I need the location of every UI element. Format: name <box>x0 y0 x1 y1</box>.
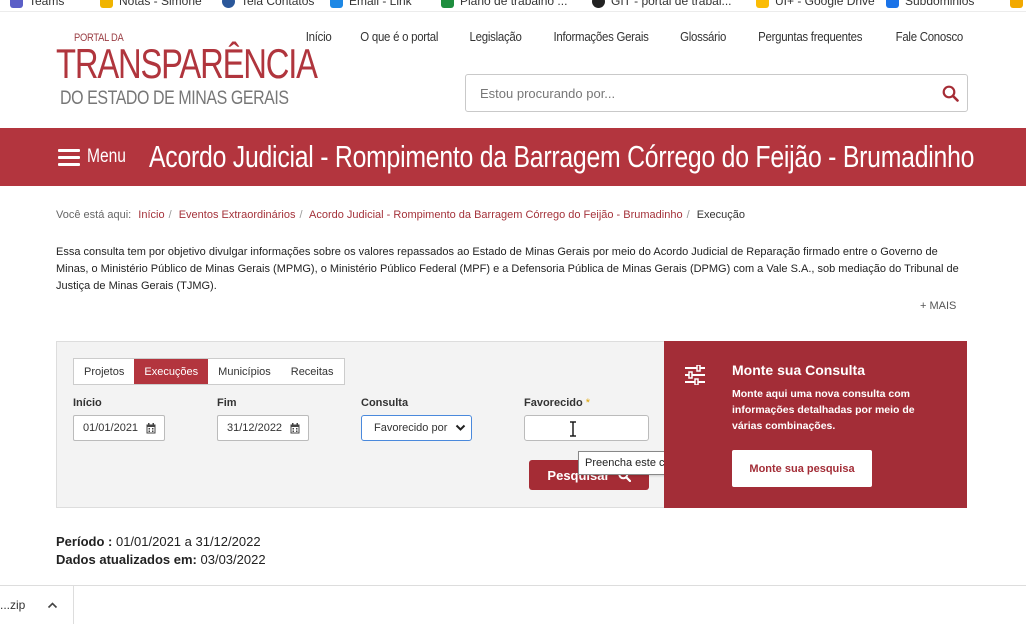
inicio-date-value: 01/01/2021 <box>83 422 139 434</box>
consulta-value: Favorecido por <box>374 422 448 434</box>
consulta-label: Consulta <box>361 397 409 409</box>
portal-logo[interactable]: PORTAL DA TRANSPARÊNCIA DO ESTADO DE MIN… <box>56 32 318 112</box>
bookmark-item[interactable]: Plano de trabalho ... <box>441 0 567 9</box>
contacts-icon <box>222 0 235 8</box>
breadcrumb-acordo[interactable]: Acordo Judicial - Rompimento da Barragem… <box>309 209 683 221</box>
search-box <box>465 74 968 112</box>
inicio-date-field[interactable]: 01/01/2021 <box>73 415 165 441</box>
github-icon <box>592 0 605 8</box>
bookmark-item[interactable]: Notas - Simone <box>100 0 202 9</box>
required-marker: * <box>585 397 591 409</box>
bookmark-item[interactable]: Teams <box>10 0 64 9</box>
tab-execucoes[interactable]: Execuções <box>134 359 209 384</box>
more-link[interactable]: + MAIS <box>920 300 956 312</box>
monte-title: Monte sua Consulta <box>732 362 866 378</box>
top-navigation: Início O que é o portal Legislação Infor… <box>282 29 968 44</box>
notes-icon <box>100 0 113 8</box>
download-item[interactable]: ...zip <box>0 586 74 624</box>
chevron-down-icon <box>455 424 466 431</box>
bookmark-item[interactable]: Tela Contatos <box>222 0 314 9</box>
email-icon <box>330 0 343 8</box>
bookmark-item[interactable]: Email - Link <box>330 0 412 9</box>
sheet-icon <box>441 0 454 8</box>
nav-legislacao[interactable]: Legislação <box>469 29 521 44</box>
breadcrumb-eventos[interactable]: Eventos Extraordinários <box>179 209 296 221</box>
drive-icon <box>756 0 769 8</box>
folder-icon <box>1010 0 1023 8</box>
search-input[interactable] <box>466 75 933 111</box>
nav-fale-conosco[interactable]: Fale Conosco <box>896 29 964 44</box>
favorecido-input[interactable] <box>524 415 649 441</box>
teams-icon <box>10 0 23 8</box>
bookmarks-bar: Teams Notas - Simone Tela Contatos Email… <box>0 0 1026 12</box>
text-cursor-icon <box>570 421 576 437</box>
monte-description: Monte aqui uma nova consulta com informa… <box>732 388 915 432</box>
tab-receitas[interactable]: Receitas <box>281 359 344 384</box>
intro-text: Essa consulta tem por objetivo divulgar … <box>56 246 959 292</box>
query-tabs: Projetos Execuções Municípios Receitas <box>73 358 345 385</box>
calendar-icon[interactable] <box>146 422 156 434</box>
breadcrumb-prefix: Você está aqui: <box>56 209 132 221</box>
download-file-name: ...zip <box>0 598 26 612</box>
logo-subtitle: DO ESTADO DE MINAS GERAIS <box>60 88 289 109</box>
monte-pesquisa-button[interactable]: Monte sua pesquisa <box>732 450 872 487</box>
breadcrumb-inicio[interactable]: Início <box>138 209 164 221</box>
nav-glossario[interactable]: Glossário <box>680 29 726 44</box>
inicio-label: Início <box>73 397 102 409</box>
atualizados-value: 03/03/2022 <box>200 552 266 567</box>
atualizados-label: Dados atualizados em: <box>56 552 197 567</box>
chevron-up-icon[interactable] <box>47 601 58 609</box>
periodo-info: Período : 01/01/2021 a 31/12/2022 <box>56 534 261 549</box>
tab-projetos[interactable]: Projetos <box>74 359 134 384</box>
periodo-label: Período : <box>56 534 113 549</box>
periodo-value: 01/01/2021 a 31/12/2022 <box>115 534 261 549</box>
logo-title: TRANSPARÊNCIA <box>56 40 318 87</box>
breadcrumb: Você está aqui: Início / Eventos Extraord… <box>56 209 746 221</box>
fim-date-value: 31/12/2022 <box>227 422 283 434</box>
calendar-icon[interactable] <box>290 422 300 434</box>
bookmark-item[interactable]: GIT - portal de trabal... <box>592 0 732 9</box>
page-banner: Menu Acordo Judicial - Rompimento da Bar… <box>0 128 1026 186</box>
monte-consulta-panel: Monte sua Consulta Monte aqui uma nova c… <box>664 341 967 508</box>
breadcrumb-current: Execução <box>696 209 746 221</box>
consulta-select[interactable]: Favorecido por <box>361 415 472 441</box>
bookmark-item[interactable] <box>1010 0 1023 9</box>
nav-perguntas-frequentes[interactable]: Perguntas frequentes <box>758 29 862 44</box>
fim-date-field[interactable]: 31/12/2022 <box>217 415 309 441</box>
atualizados-info: Dados atualizados em: 03/03/2022 <box>56 552 266 567</box>
downloads-bar: ...zip <box>0 585 1026 624</box>
page-title: Acordo Judicial - Rompimento da Barragem… <box>148 139 974 174</box>
bookmark-item[interactable]: Subdominios <box>886 0 974 9</box>
sliders-icon <box>685 365 705 385</box>
search-icon[interactable] <box>933 75 967 111</box>
nav-inicio[interactable]: Início <box>306 29 332 44</box>
menu-button[interactable]: Menu <box>58 146 135 168</box>
hamburger-icon <box>58 148 80 166</box>
nav-o-que-e-o-portal[interactable]: O que é o portal <box>361 29 439 44</box>
menu-label: Menu <box>87 146 126 167</box>
bookmark-icon <box>886 0 899 8</box>
favorecido-label: Favorecido * <box>524 397 591 409</box>
nav-informacoes-gerais[interactable]: Informações Gerais <box>553 29 648 44</box>
tab-municipios[interactable]: Municípios <box>208 359 281 384</box>
fim-label: Fim <box>217 397 237 409</box>
bookmark-item[interactable]: UI+ - Google Drive <box>756 0 875 9</box>
